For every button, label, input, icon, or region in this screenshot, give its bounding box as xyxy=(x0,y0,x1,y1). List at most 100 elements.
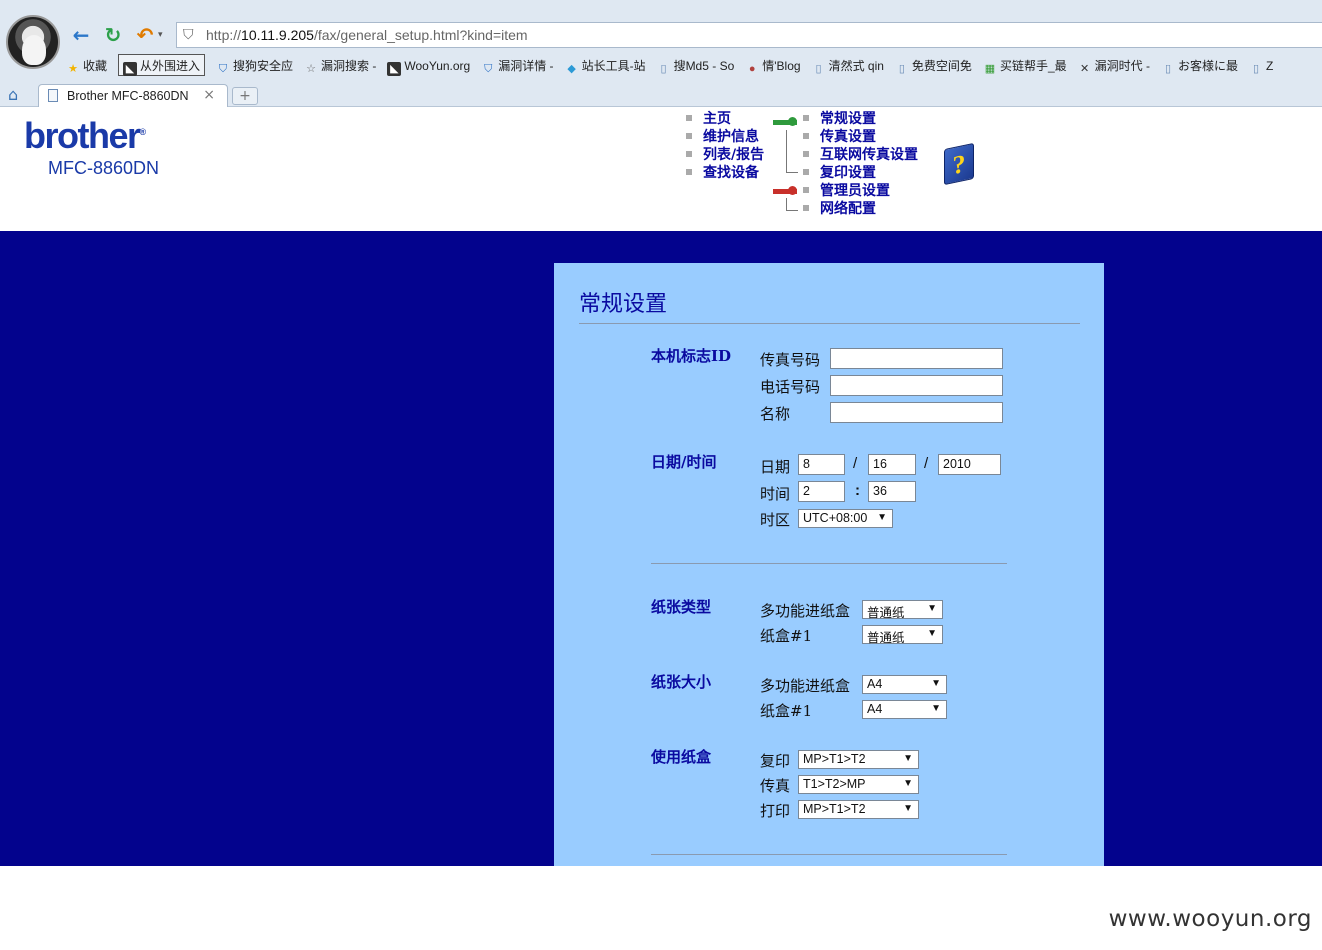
url-path: /fax/general_setup.html?kind=item xyxy=(313,27,528,43)
section-station-id: 本机标志ID xyxy=(651,347,732,365)
chevron-down-icon: ▼ xyxy=(931,703,941,714)
bookmark-label: WooYun.org xyxy=(404,59,471,73)
bookmark-item[interactable]: ▯ 清然式 qin xyxy=(812,55,884,77)
menu-item-find-device[interactable]: 查找设备 xyxy=(686,164,759,182)
mp-tray-label: 多功能进纸盒 xyxy=(760,602,851,620)
undo-icon[interactable]: ↶ xyxy=(134,24,156,46)
bookmark-item[interactable]: ◣ WooYun.org xyxy=(387,55,470,77)
tray1-paper-type-select[interactable]: 普通纸 ▼ xyxy=(862,625,943,645)
bookmark-item[interactable]: ⛉ 漏洞详情 - xyxy=(481,55,553,77)
menu-item-home[interactable]: 主页 xyxy=(686,110,731,128)
url-scheme: http:// xyxy=(206,27,242,43)
watermark: www.wooyun.org xyxy=(1108,906,1312,932)
mp-paper-size-value: A4 xyxy=(867,677,883,691)
bookmark-label: 收藏 xyxy=(83,59,108,73)
phone-number-label: 电话号码 xyxy=(760,378,821,396)
chevron-down-icon: ▼ xyxy=(903,778,913,789)
hour-input[interactable]: 2 xyxy=(798,481,845,502)
bookmark-item[interactable]: ▯ 免费空间免 xyxy=(895,55,972,77)
menu-item-copy-setup[interactable]: 复印设置 xyxy=(803,164,876,182)
minute-input[interactable]: 36 xyxy=(868,481,916,502)
menu-item-maintenance[interactable]: 维护信息 xyxy=(686,128,759,146)
bookmark-item[interactable]: ◣ 从外围进入 xyxy=(118,54,206,76)
bookmark-label: 漏洞详情 - xyxy=(498,59,554,73)
station-name-input[interactable] xyxy=(830,402,1003,423)
title-divider xyxy=(579,323,1080,324)
menu-item-internet-fax-setup[interactable]: 互联网传真设置 xyxy=(803,146,918,164)
menu-item-fax-setup[interactable]: 传真设置 xyxy=(803,128,876,146)
page-icon: ▯ xyxy=(898,63,905,75)
tab-brother[interactable]: Brother MFC-8860DN × xyxy=(38,84,228,107)
bookmark-item[interactable]: ▯ お客様に最 xyxy=(1161,55,1238,77)
fax-tray-value: T1>T2>MP xyxy=(803,777,866,791)
bookmark-item[interactable]: ◆ 站长工具-站 xyxy=(565,55,645,77)
chevron-down-icon: ▼ xyxy=(903,803,913,814)
wooyun-icon: ◣ xyxy=(123,62,138,76)
undo-dropdown-caret-icon[interactable]: ▾ xyxy=(158,30,163,40)
bookmark-label: 买链帮手_最 xyxy=(999,59,1067,73)
shield-icon: ⛉ xyxy=(218,63,228,75)
bookmark-item[interactable]: ☆ 漏洞搜索 - xyxy=(304,55,376,77)
address-bar[interactable]: ⛉ http://10.11.9.205/fax/general_setup.h… xyxy=(176,22,1322,48)
phone-number-input[interactable] xyxy=(830,375,1003,396)
menu-item-network-config[interactable]: 网络配置 xyxy=(803,200,876,218)
logo-registered-mark: ® xyxy=(139,127,147,137)
back-arrow-icon[interactable]: ← xyxy=(70,24,92,46)
month-input[interactable]: 8 xyxy=(798,454,845,475)
mp-paper-type-select[interactable]: 普通纸 ▼ xyxy=(862,600,943,620)
bookmark-item[interactable]: ● 情'Blog xyxy=(745,55,801,77)
bookmark-label: お客様に最 xyxy=(1177,59,1238,73)
address-url[interactable]: http://10.11.9.205/fax/general_setup.htm… xyxy=(206,27,528,43)
tree-line xyxy=(786,198,787,210)
timezone-select[interactable]: UTC+08:00 ▼ xyxy=(798,509,893,528)
bookmark-item[interactable]: ▦ 买链帮手_最 xyxy=(983,55,1067,77)
grid-icon: ▦ xyxy=(984,63,996,75)
fax-number-input[interactable] xyxy=(830,348,1003,369)
green-key-icon xyxy=(773,116,797,128)
print-tray-select[interactable]: MP>T1>T2 ▼ xyxy=(798,800,919,819)
fax-label: 传真 xyxy=(760,777,791,795)
copy-tray-select[interactable]: MP>T1>T2 ▼ xyxy=(798,750,919,769)
tray1-paper-size-value: A4 xyxy=(867,702,883,716)
day-input[interactable]: 16 xyxy=(868,454,916,475)
bookmark-item[interactable]: ▯ Z xyxy=(1249,55,1273,77)
bookmark-label: 搜狗安全应 xyxy=(233,59,294,73)
tray1-paper-size-select[interactable]: A4 ▼ xyxy=(862,700,947,719)
fax-number-label: 传真号码 xyxy=(760,351,821,369)
chevron-down-icon: ▼ xyxy=(903,753,913,764)
menu-item-lists-reports[interactable]: 列表/报告 xyxy=(685,146,764,164)
bookmark-item[interactable]: ▯ 搜Md5 - So xyxy=(657,55,735,77)
bookmark-item[interactable]: ✕ 漏洞时代 - xyxy=(1078,55,1150,77)
date-separator: / xyxy=(924,455,929,472)
user-avatar[interactable] xyxy=(6,15,60,69)
star-outline-icon: ☆ xyxy=(306,63,316,75)
bookmark-label: 搜Md5 - So xyxy=(673,59,735,73)
tray1-label: 纸盒#1 xyxy=(760,702,813,720)
bookmark-item[interactable]: ⛉ 搜狗安全应 xyxy=(216,55,293,77)
home-icon[interactable]: ⌂ xyxy=(8,85,18,104)
page-icon xyxy=(48,89,58,102)
fax-tray-select[interactable]: T1>T2>MP ▼ xyxy=(798,775,919,794)
menu-item-admin-setup[interactable]: 管理员设置 xyxy=(803,182,890,200)
print-label: 打印 xyxy=(760,802,791,820)
page-icon: ▯ xyxy=(1252,63,1260,75)
tab-close-icon[interactable]: × xyxy=(203,87,215,103)
section-tray-use: 使用纸盒 xyxy=(651,748,712,766)
reload-icon[interactable]: ↻ xyxy=(102,24,124,46)
year-input[interactable]: 2010 xyxy=(938,454,1001,475)
page-icon: ▯ xyxy=(1164,63,1171,75)
help-book-icon[interactable]: ? xyxy=(944,142,974,186)
browser-chrome: ← ↻ ↶ ▾ ⛉ http://10.11.9.205/fax/general… xyxy=(0,0,1322,107)
bookmark-item[interactable]: ★ 收藏 xyxy=(66,55,107,77)
menu-item-general-setup[interactable]: 常规设置 xyxy=(803,110,876,128)
page-icon: ▯ xyxy=(660,63,667,75)
mp-paper-type-value: 普通纸 xyxy=(867,606,905,620)
page-title: 常规设置 xyxy=(579,292,668,317)
mp-tray-label: 多功能进纸盒 xyxy=(760,677,851,695)
mp-paper-size-select[interactable]: A4 ▼ xyxy=(862,675,947,694)
new-tab-button[interactable]: + xyxy=(232,87,258,105)
tree-line xyxy=(786,210,798,211)
tree-line xyxy=(786,172,798,173)
bookmarks-bar: ★ 收藏 ◣ 从外围进入 ⛉ 搜狗安全应 ☆ 漏洞搜索 - ◣ WooYun.org ⛉ 漏洞详情 -… xyxy=(66,54,1284,76)
wooyun-icon: ◣ xyxy=(387,62,402,76)
